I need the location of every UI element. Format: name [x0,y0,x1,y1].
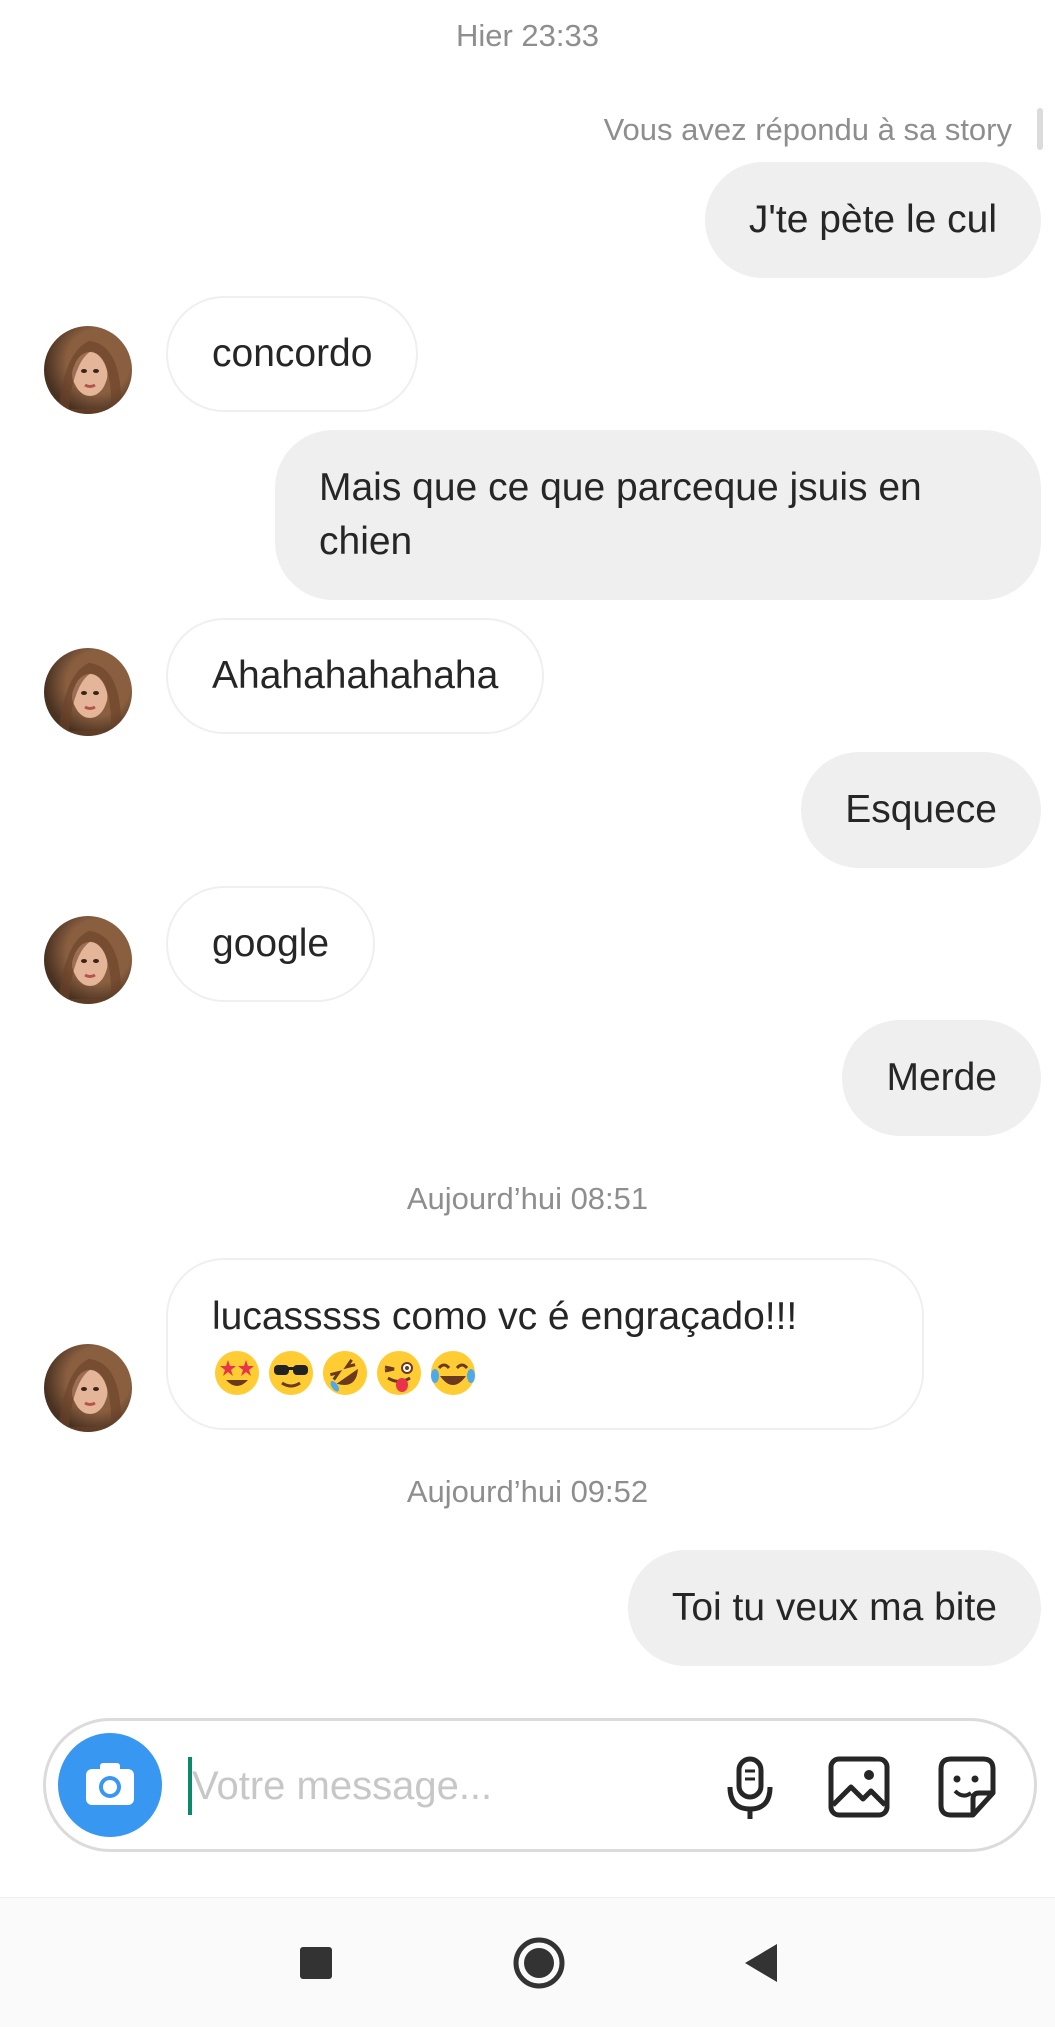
message-bubble-sent[interactable]: Toi tu veux ma bite [627,1550,1041,1666]
message-text: J'te pète le cul [748,198,997,241]
image-icon [828,1756,890,1818]
tears-of-joy-emoji-icon [431,1351,475,1395]
message-bubble-received[interactable]: concordo [166,296,419,412]
message-text: lucasssss como vc é engraçado!!! [212,1295,798,1338]
contact-avatar[interactable] [44,1344,132,1432]
back-button[interactable] [727,1928,797,1998]
message-text: concordo [212,332,373,375]
message-text: Toi tu veux ma bite [671,1586,997,1629]
timestamp-yesterday: Hier 23:33 [455,18,600,53]
camera-icon [86,1763,134,1805]
gallery-button[interactable] [819,1747,899,1827]
message-text: Mais que ce que parceque jsuis en chien [319,466,922,563]
contact-avatar[interactable] [44,326,132,414]
emoji-row [212,1348,478,1398]
message-bubble-received[interactable]: google [166,886,376,1002]
sticker-icon [938,1756,996,1818]
message-text: Merde [886,1056,997,1099]
wink-tongue-emoji-icon [377,1351,421,1395]
triangle-back-icon [745,1944,777,1982]
message-text: google [212,922,330,965]
message-bubble-sent[interactable]: Merde [842,1020,1041,1136]
home-button[interactable] [504,1928,574,1998]
message-bubble-received[interactable]: lucasssss como vc é engraçado!!! [166,1258,924,1430]
message-composer [43,1718,1037,1852]
microphone-button[interactable] [710,1747,790,1827]
message-bubble-sent[interactable]: J'te pète le cul [704,162,1041,278]
message-bubble-sent[interactable]: Mais que ce que parceque jsuis en chien [275,430,1041,600]
story-reply-bar [1037,108,1043,150]
recents-button[interactable] [281,1928,351,1998]
circle-home-icon [513,1937,565,1989]
timestamp-today-0952: Aujourd’hui 09:52 [406,1474,649,1509]
story-reply-note: Vous avez répondu à sa story [603,112,1012,147]
contact-avatar[interactable] [44,916,132,1004]
message-text: Esquece [845,788,997,831]
star-struck-emoji-icon [215,1351,259,1395]
sticker-button[interactable] [927,1747,1007,1827]
camera-button[interactable] [58,1733,162,1837]
timestamp-today-0851: Aujourd’hui 08:51 [406,1181,649,1216]
rofl-emoji-icon [323,1351,367,1395]
contact-avatar[interactable] [44,648,132,736]
square-recents-icon [300,1947,332,1979]
microphone-icon [727,1756,773,1819]
system-navigation-bar [0,1897,1055,2027]
sunglasses-emoji-icon [269,1351,313,1395]
message-input[interactable] [192,1753,712,1819]
message-text: Ahahahahahaha [212,654,499,697]
message-bubble-sent[interactable]: Esquece [801,752,1041,868]
message-bubble-received[interactable]: Ahahahahahaha [166,618,545,734]
